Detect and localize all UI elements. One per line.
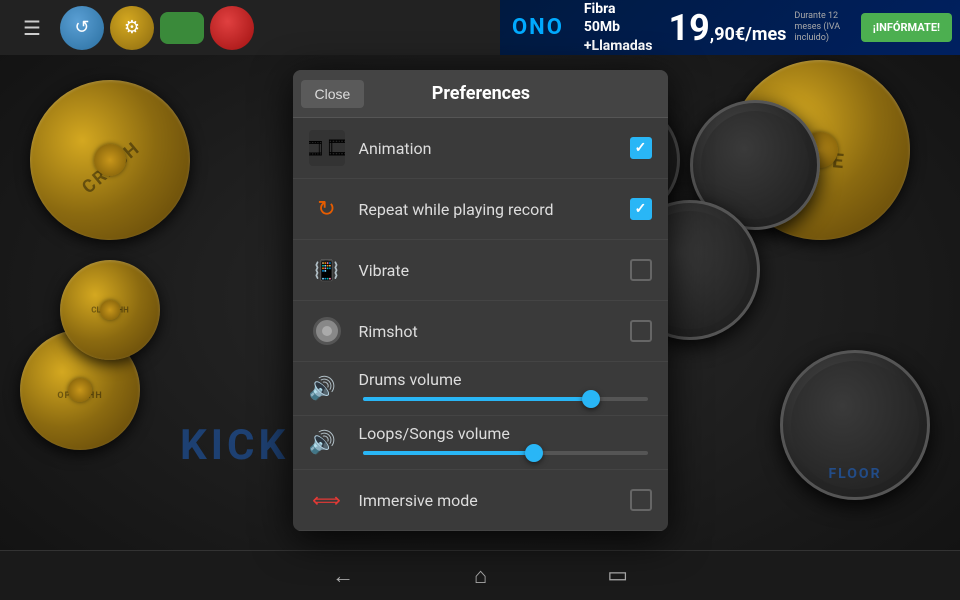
animation-icon: 🎞 — [309, 130, 345, 166]
ad-cta-button[interactable]: ¡INFÓRMATE! — [861, 13, 952, 42]
pref-row-rimshot: Rimshot — [293, 301, 668, 362]
back-button[interactable]: ← — [332, 563, 354, 589]
ad-brand: ONO — [500, 15, 576, 40]
ad-price-main: 19 — [668, 7, 709, 49]
green-button[interactable] — [160, 12, 204, 44]
refresh-button[interactable]: ↺ — [60, 6, 104, 50]
settings-button[interactable]: ⚙ — [110, 6, 154, 50]
menu-icon: ☰ — [23, 16, 41, 40]
settings-icon: ⚙ — [124, 17, 140, 38]
drums-volume-track — [363, 397, 648, 401]
animation-label: Animation — [359, 139, 630, 158]
record-button[interactable] — [210, 6, 254, 50]
ad-price: 19 ,90€/mes — [660, 7, 794, 49]
loops-volume-label: Loops/Songs volume — [359, 424, 652, 443]
rimshot-label: Rimshot — [359, 322, 630, 341]
ad-price-note: Durante 12 meses (IVA incluido) — [794, 11, 852, 43]
ad-line1: Fibra 50Mb — [584, 0, 653, 36]
immersive-label: Immersive mode — [359, 491, 630, 510]
dialog-overlay: Close Preferences 🎞 Animation ↻ Repeat w… — [0, 55, 960, 550]
vibrate-icon: 📳 — [309, 252, 345, 288]
immersive-checkbox[interactable] — [630, 489, 652, 511]
loops-volume-fill — [363, 451, 534, 455]
ad-text: Fibra 50Mb +Llamadas — [576, 0, 661, 55]
ad-line2: +Llamadas — [584, 37, 653, 55]
repeat-icon: ↻ — [309, 191, 345, 227]
preferences-dialog: Close Preferences 🎞 Animation ↻ Repeat w… — [293, 70, 668, 531]
rimshot-icon — [309, 313, 345, 349]
animation-checkbox[interactable] — [630, 137, 652, 159]
repeat-checkbox[interactable] — [630, 198, 652, 220]
pref-row-repeat: ↻ Repeat while playing record — [293, 179, 668, 240]
pref-row-vibrate: 📳 Vibrate — [293, 240, 668, 301]
loops-volume-icon: 🔊 — [309, 430, 336, 455]
refresh-icon: ↺ — [74, 17, 89, 38]
dialog-title: Preferences — [364, 83, 667, 104]
vibrate-checkbox[interactable] — [630, 259, 652, 281]
menu-button[interactable]: ☰ — [10, 6, 54, 50]
drums-volume-row: 🔊 Drums volume — [293, 362, 668, 416]
drums-volume-thumb[interactable] — [582, 390, 600, 408]
vibrate-label: Vibrate — [359, 261, 630, 280]
pref-row-immersive: ⟺ Immersive mode — [293, 470, 668, 531]
close-button[interactable]: Close — [301, 80, 365, 108]
loops-volume-thumb[interactable] — [525, 444, 543, 462]
repeat-label: Repeat while playing record — [359, 200, 630, 219]
ad-banner: ONO Fibra 50Mb +Llamadas 19 ,90€/mes Dur… — [500, 0, 960, 55]
dialog-header: Close Preferences — [293, 70, 668, 118]
recent-apps-button[interactable]: ▭ — [607, 563, 628, 588]
ad-price-decimal: ,90€/mes — [710, 24, 787, 45]
immersive-icon: ⟺ — [309, 482, 345, 518]
drums-volume-icon: 🔊 — [309, 376, 336, 401]
loops-volume-track — [363, 451, 648, 455]
home-button[interactable]: ⌂ — [474, 563, 487, 589]
rimshot-checkbox[interactable] — [630, 320, 652, 342]
pref-row-animation: 🎞 Animation — [293, 118, 668, 179]
nav-bar: ← ⌂ ▭ — [0, 550, 960, 600]
drums-volume-label: Drums volume — [359, 370, 652, 389]
loops-volume-row: 🔊 Loops/Songs volume — [293, 416, 668, 470]
drums-volume-fill — [363, 397, 591, 401]
